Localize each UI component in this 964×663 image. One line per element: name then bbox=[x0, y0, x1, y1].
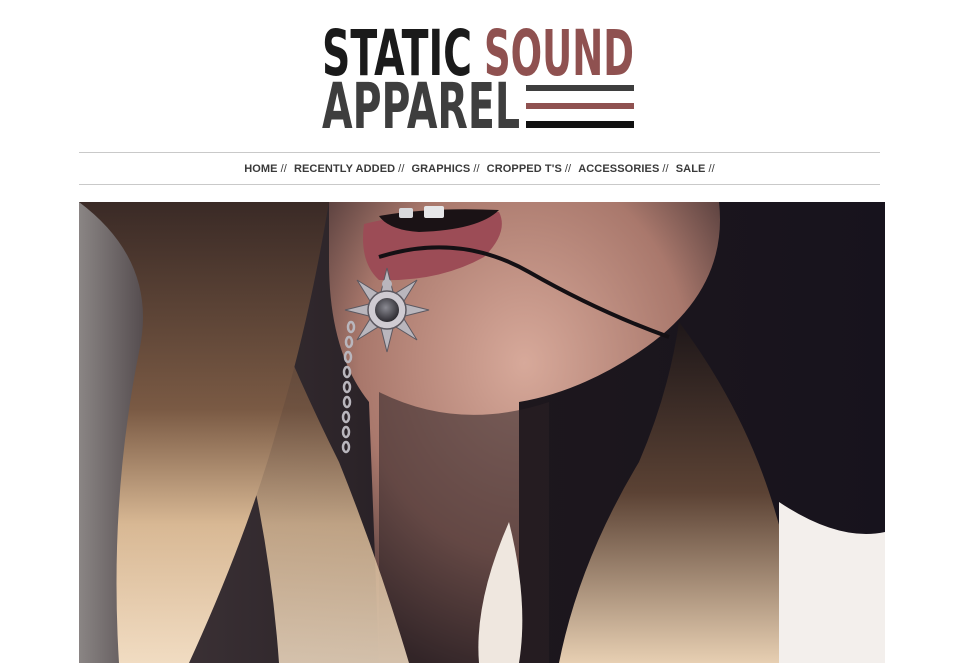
nav-item-label[interactable]: ACCESSORIES bbox=[578, 163, 659, 175]
nav-item-accessories[interactable]: ACCESSORIES// bbox=[578, 163, 669, 175]
main-navigation: HOME// RECENTLY ADDED// GRAPHICS// CROPP… bbox=[79, 153, 880, 184]
nav-item-label[interactable]: HOME bbox=[244, 163, 277, 175]
logo-stripe-2 bbox=[526, 103, 634, 109]
nav-item-recently-added[interactable]: RECENTLY ADDED// bbox=[294, 163, 405, 175]
site-logo[interactable]: STATIC SOUND APPAREL bbox=[322, 20, 634, 132]
nav-item-home[interactable]: HOME// bbox=[244, 163, 287, 175]
nav-separator: // bbox=[564, 162, 572, 175]
sun-pendant bbox=[344, 267, 430, 353]
hero-photo bbox=[79, 202, 885, 663]
nav-item-graphics[interactable]: GRAPHICS// bbox=[411, 163, 479, 175]
logo-word-apparel: APPAREL bbox=[322, 70, 520, 132]
nav-separator: // bbox=[662, 162, 669, 175]
nav-item-sale[interactable]: SALE// bbox=[676, 163, 715, 175]
hero-banner-image[interactable] bbox=[79, 202, 885, 663]
logo-stripe-1 bbox=[526, 85, 634, 91]
nav-separator: // bbox=[398, 162, 405, 175]
nav-item-label[interactable]: RECENTLY ADDED bbox=[294, 163, 395, 175]
nav-bottom-divider bbox=[79, 184, 880, 185]
nav-item-label[interactable]: GRAPHICS bbox=[411, 163, 470, 175]
page: STATIC SOUND APPAREL HOME// RECENTLY ADD… bbox=[0, 0, 964, 663]
nav-item-label[interactable]: SALE bbox=[676, 163, 706, 175]
nav-separator: // bbox=[280, 162, 287, 175]
nav-separator: // bbox=[473, 162, 480, 175]
nav-separator: // bbox=[708, 162, 715, 175]
logo-graphic: STATIC SOUND APPAREL bbox=[322, 20, 634, 132]
nav-item-label[interactable]: CROPPED T'S bbox=[487, 163, 562, 175]
logo-stripe-3 bbox=[526, 121, 634, 128]
nav-item-cropped-tees[interactable]: CROPPED T'S// bbox=[487, 163, 572, 175]
